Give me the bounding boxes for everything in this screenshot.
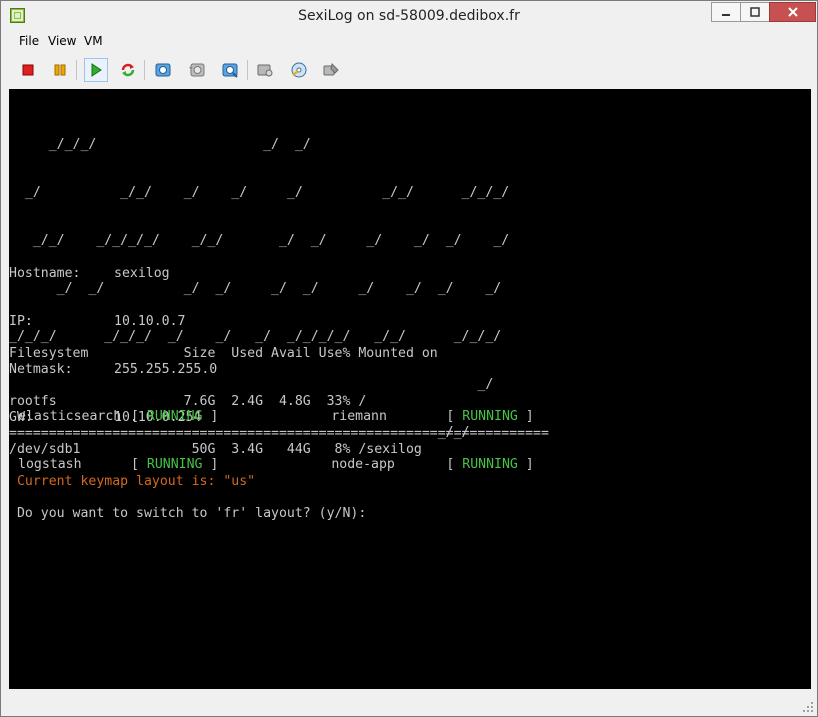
banner-line: _/ _/_/ _/ _/ _/ _/_/ _/_/_/: [9, 185, 510, 200]
suspend-button[interactable]: [48, 58, 72, 82]
reset-button[interactable]: [116, 58, 140, 82]
cd-drive-button[interactable]: [253, 58, 277, 82]
services-row: elasticsearch[ RUNNING ] riemann[ RUNNING…: [18, 409, 534, 424]
resize-grip-icon[interactable]: [802, 701, 814, 713]
snapshot-manager-button[interactable]: [218, 58, 242, 82]
network-icon: [323, 62, 339, 76]
network-value: sexilog: [114, 266, 170, 281]
maximize-button[interactable]: [740, 2, 770, 22]
service-status: RUNNING: [146, 409, 203, 424]
service-name: riemann: [331, 409, 387, 424]
vm-console-screen[interactable]: _/_/_/ _/ _/ _/ _/_/ _/ _/ _/ _/_/ _/_/_…: [9, 89, 811, 689]
network-label: Hostname:: [9, 266, 81, 281]
pause-icon: [54, 64, 66, 76]
service-status: RUNNING: [146, 457, 203, 472]
window-title: SexiLog on sd-58009.dedibox.fr: [298, 8, 520, 24]
close-icon: [787, 7, 798, 17]
separator-line: ========================================…: [9, 426, 549, 441]
keymap-notice: Current keymap layout is: "us": [9, 474, 256, 489]
network-row: Hostname: sexilog: [9, 266, 217, 282]
revert-snapshot-button[interactable]: [185, 58, 209, 82]
toolbar: [1, 56, 817, 84]
snapshot-manager-icon: [222, 63, 238, 78]
services-row: logstash[ RUNNING ] node-app[ RUNNING ]: [18, 457, 534, 472]
menu-vm[interactable]: VM: [84, 34, 103, 48]
power-off-button[interactable]: [16, 58, 40, 82]
filesystem-header: Filesystem Size Used Avail Use% Mounted …: [9, 346, 438, 361]
cd-drive-icon: [257, 64, 273, 77]
keymap-prompt[interactable]: Do you want to switch to 'fr' layout? (y…: [9, 506, 366, 522]
service-status: RUNNING: [462, 457, 518, 472]
menu-view[interactable]: View: [48, 34, 76, 48]
title-bar[interactable]: SexiLog on sd-58009.dedibox.fr: [1, 1, 817, 31]
banner-line: _/_/_/ _/ _/: [9, 137, 311, 152]
menu-file[interactable]: File: [19, 34, 39, 48]
service-name: node-app: [331, 457, 395, 472]
service-name: elasticsearch: [18, 409, 122, 424]
toolbar-separator: [144, 60, 145, 80]
network-button[interactable]: [319, 58, 343, 82]
power-on-button[interactable]: [84, 58, 108, 82]
close-button[interactable]: [769, 2, 816, 22]
toolbar-separator: [76, 60, 77, 80]
reset-icon: [121, 63, 135, 77]
service-status: RUNNING: [462, 409, 518, 424]
floppy-drive-button[interactable]: [287, 58, 311, 82]
maximize-icon: [750, 7, 760, 17]
minimize-icon: [722, 14, 730, 16]
revert-snapshot-icon: [189, 63, 205, 77]
stop-square-icon: [22, 64, 34, 76]
snapshot-icon: [155, 63, 171, 77]
play-icon: [91, 63, 102, 77]
minimize-button[interactable]: [711, 2, 741, 22]
service-name: logstash: [18, 457, 82, 472]
status-bar: [1, 691, 817, 716]
vm-console-window: SexiLog on sd-58009.dedibox.fr File View…: [0, 0, 818, 717]
floppy-drive-icon: [291, 62, 307, 78]
snapshot-button[interactable]: [151, 58, 175, 82]
toolbar-separator: [247, 60, 248, 80]
